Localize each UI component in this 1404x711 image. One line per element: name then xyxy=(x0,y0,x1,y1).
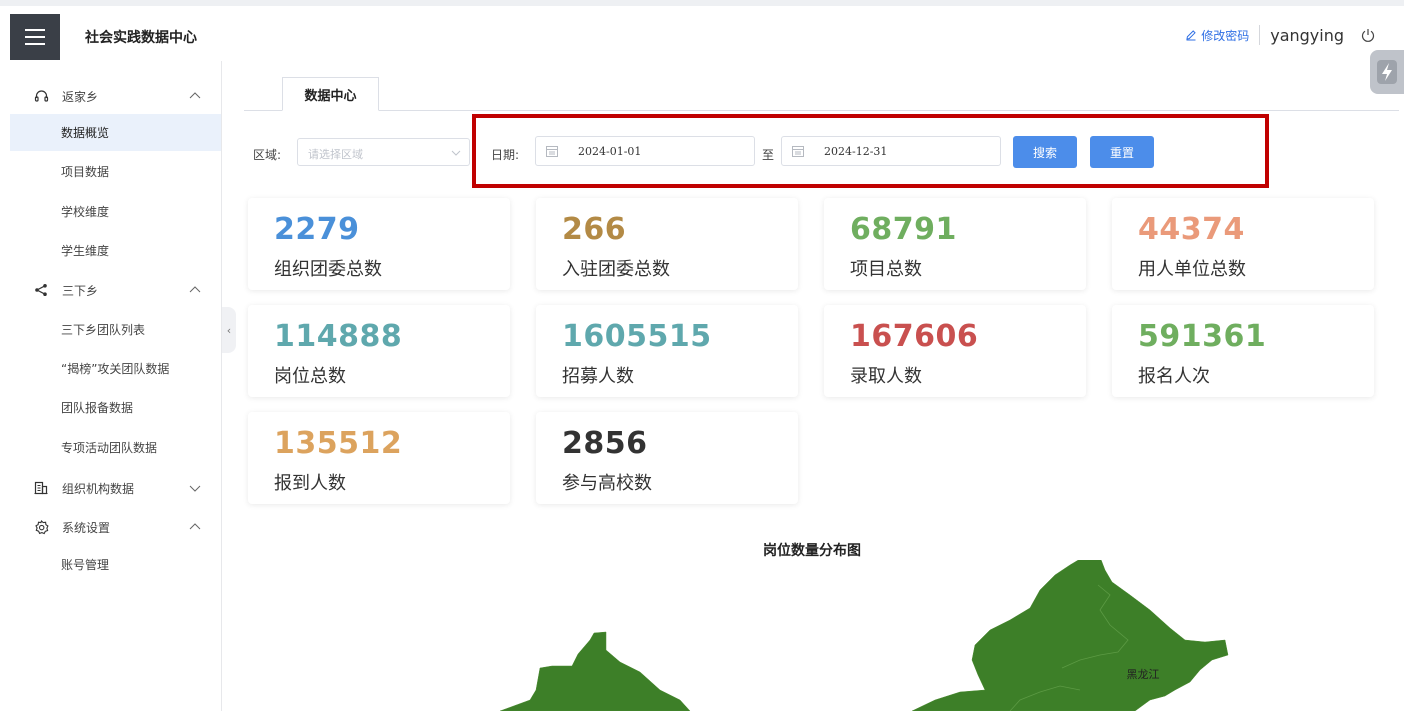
sidebar-group-label: 组织机构数据 xyxy=(62,481,135,496)
stat-value: 591361 xyxy=(1138,319,1267,354)
lightning-icon xyxy=(1377,60,1397,84)
stat-value: 167606 xyxy=(850,319,979,354)
headset-icon xyxy=(33,88,49,104)
map-region-label: 黑龙江 xyxy=(1127,668,1160,681)
edit-icon xyxy=(1186,30,1196,41)
stat-value: 68791 xyxy=(850,212,957,247)
map-region-west[interactable] xyxy=(499,631,691,711)
sidebar: 返家乡 数据概览 项目数据 学校维度 学生维度 三下乡 三下乡团队列表 “揭榜”… xyxy=(0,61,222,711)
stat-label: 录取人数 xyxy=(850,366,922,387)
stat-card: 135512 报到人数 xyxy=(248,412,510,504)
sidebar-item-school-dimension[interactable]: 学校维度 xyxy=(10,193,221,230)
stat-value: 1605515 xyxy=(562,319,712,354)
power-icon[interactable] xyxy=(1360,27,1376,43)
stat-value: 266 xyxy=(562,212,627,247)
stat-label: 报名人次 xyxy=(1138,366,1210,387)
stat-card: 68791 项目总数 xyxy=(824,198,1086,290)
sidebar-group-org-data[interactable]: 组织机构数据 xyxy=(0,470,221,506)
stat-card: 2856 参与高校数 xyxy=(536,412,798,504)
sidebar-group-label: 三下乡 xyxy=(62,283,99,298)
stat-card: 167606 录取人数 xyxy=(824,305,1086,397)
sidebar-item-project-data[interactable]: 项目数据 xyxy=(10,153,221,190)
change-password-label: 修改密码 xyxy=(1201,28,1250,43)
stat-value: 114888 xyxy=(274,319,403,354)
chevron-up-icon xyxy=(189,286,201,293)
sidebar-item-label: 专项活动团队数据 xyxy=(61,441,158,455)
sidebar-group-sanxiaxiang[interactable]: 三下乡 xyxy=(0,272,221,308)
floating-assistant-button[interactable] xyxy=(1370,50,1404,94)
sidebar-collapse-handle[interactable]: ‹ xyxy=(222,307,236,353)
sidebar-item-label: “揭榜”攻关团队数据 xyxy=(61,362,170,376)
chevron-left-icon: ‹ xyxy=(226,323,232,337)
region-label: 区域: xyxy=(253,148,282,162)
sidebar-item-label: 团队报备数据 xyxy=(61,401,134,415)
building-icon xyxy=(33,480,49,496)
stat-card: 44374 用人单位总数 xyxy=(1112,198,1374,290)
stat-label: 参与高校数 xyxy=(562,473,652,494)
stat-label: 组织团委总数 xyxy=(274,259,382,280)
gear-icon xyxy=(33,519,49,535)
stat-value: 135512 xyxy=(274,426,403,461)
sidebar-item-team-filing-data[interactable]: 团队报备数据 xyxy=(10,389,221,426)
sidebar-group-label: 返家乡 xyxy=(62,89,99,104)
chevron-down-icon xyxy=(189,485,201,492)
stat-label: 项目总数 xyxy=(850,259,922,280)
region-placeholder: 请选择区域 xyxy=(308,148,363,161)
stat-value: 2856 xyxy=(562,426,648,461)
app-header: 社会实践数据中心 修改密码 yangying xyxy=(0,6,1404,61)
sidebar-item-label: 三下乡团队列表 xyxy=(61,323,146,337)
stat-value: 44374 xyxy=(1138,212,1245,247)
sidebar-item-student-dimension[interactable]: 学生维度 xyxy=(10,232,221,269)
share-icon xyxy=(33,282,49,298)
tab-data-center[interactable]: 数据中心 xyxy=(282,77,379,111)
stat-label: 报到人数 xyxy=(274,473,346,494)
stat-label: 入驻团委总数 xyxy=(562,259,670,280)
chevron-up-icon xyxy=(189,523,201,530)
stat-label: 用人单位总数 xyxy=(1138,259,1246,280)
stat-value: 2279 xyxy=(274,212,360,247)
app-title: 社会实践数据中心 xyxy=(85,30,197,46)
map-title: 岗位数量分布图 xyxy=(763,543,861,559)
sidebar-item-special-activity-data[interactable]: 专项活动团队数据 xyxy=(10,429,221,466)
tab-bar-divider xyxy=(244,110,1399,111)
stat-card: 591361 报名人次 xyxy=(1112,305,1374,397)
sidebar-item-team-list[interactable]: 三下乡团队列表 xyxy=(10,311,221,348)
chevron-up-icon xyxy=(189,92,201,99)
sidebar-item-label: 学校维度 xyxy=(61,205,110,219)
stat-label: 岗位总数 xyxy=(274,366,346,387)
stat-card: 114888 岗位总数 xyxy=(248,305,510,397)
distribution-map: 黑龙江 xyxy=(499,560,1229,711)
sidebar-item-label: 项目数据 xyxy=(61,165,110,179)
stat-label: 招募人数 xyxy=(562,366,634,387)
username[interactable]: yangying xyxy=(1270,26,1344,45)
sidebar-item-jiebang-team-data[interactable]: “揭榜”攻关团队数据 xyxy=(10,350,221,387)
header-actions: 修改密码 yangying xyxy=(1185,24,1376,46)
sidebar-group-fanjiaxiang[interactable]: 返家乡 xyxy=(0,78,221,114)
region-select[interactable]: 请选择区域 xyxy=(297,138,470,166)
change-password-link[interactable]: 修改密码 xyxy=(1185,27,1249,44)
stat-card: 2279 组织团委总数 xyxy=(248,198,510,290)
sidebar-group-label: 系统设置 xyxy=(62,520,111,535)
stat-card: 1605515 招募人数 xyxy=(536,305,798,397)
header-divider xyxy=(1259,25,1261,45)
sidebar-item-label: 数据概览 xyxy=(61,126,110,140)
sidebar-item-label: 学生维度 xyxy=(61,244,110,258)
stat-card: 266 入驻团委总数 xyxy=(536,198,798,290)
chevron-down-icon xyxy=(451,150,461,156)
sidebar-item-data-overview[interactable]: 数据概览 xyxy=(10,114,221,151)
highlight-annotation-box xyxy=(472,114,1269,188)
menu-toggle-icon[interactable] xyxy=(10,14,60,60)
